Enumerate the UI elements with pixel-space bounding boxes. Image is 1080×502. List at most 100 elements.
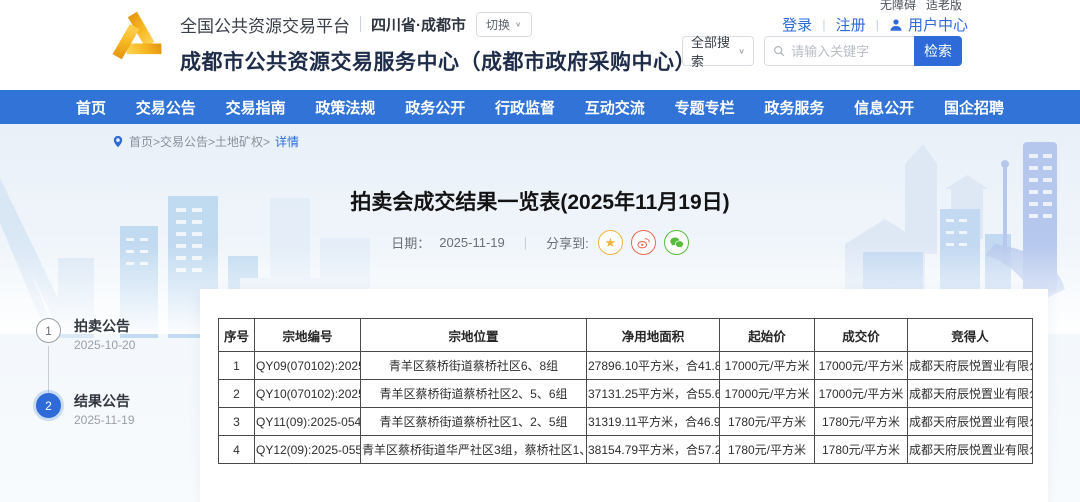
nav-item-11[interactable]: 国企招聘 <box>944 97 1004 118</box>
breadcrumb: 首页>交易公告>土地矿权> 详情 <box>112 133 299 150</box>
timeline-step-number: 2 <box>36 393 61 418</box>
timeline-step-2[interactable]: 2 结果公告 2025-11-19 <box>36 393 135 427</box>
platform-name: 全国公共资源交易平台 <box>180 12 350 37</box>
weibo-share-icon[interactable] <box>631 230 656 255</box>
table-header-cell: 净用地面积 <box>587 319 720 352</box>
table-cell: 青羊区蔡桥街道蔡桥社区1、2、5组 <box>361 408 587 436</box>
table-row: 2QY10(070102):2025-053青羊区蔡桥街道蔡桥社区2、5、6组3… <box>219 380 1033 408</box>
timeline-step-label: 拍卖公告 <box>74 318 135 334</box>
search-input[interactable] <box>791 44 906 59</box>
search-bar: 全部搜索 ∨ 检索 <box>682 36 962 66</box>
table-cell: 38154.79平方米，合57.2321亩 <box>587 436 720 464</box>
table-cell: 1780元/平方米 <box>720 436 815 464</box>
auth-links: 登录 | 注册 | 用户中心 <box>782 14 968 35</box>
table-header-cell: 起始价 <box>720 319 815 352</box>
user-icon <box>889 18 903 32</box>
site-logo[interactable] <box>106 9 168 71</box>
nav-item-7[interactable]: 互动交流 <box>585 97 645 118</box>
switch-label: 切换 <box>486 16 510 33</box>
table-cell: 17000元/平方米 <box>815 352 908 380</box>
brand-top-row: 全国公共资源交易平台 四川省·成都市 切换 ∨ <box>180 11 696 37</box>
table-cell: QY10(070102):2025-053 <box>255 380 361 408</box>
chevron-down-icon: ∨ <box>738 47 745 56</box>
timeline-step-date: 2025-11-19 <box>74 413 135 427</box>
search-scope-value: 全部搜索 <box>691 32 738 70</box>
timeline-step-label: 结果公告 <box>74 393 135 409</box>
search-input-wrap <box>764 36 914 66</box>
table-cell: 成都天府辰悦置业有限公司 <box>908 380 1033 408</box>
table-cell: QY12(09):2025-055 <box>255 436 361 464</box>
region-switch-button[interactable]: 切换 ∨ <box>476 12 532 37</box>
nav-item-10[interactable]: 信息公开 <box>854 97 914 118</box>
table-header-cell: 宗地编号 <box>255 319 361 352</box>
share-label: 分享到: <box>546 233 589 252</box>
breadcrumb-path[interactable]: 首页>交易公告>土地矿权> <box>129 133 270 150</box>
brand-block: 全国公共资源交易平台 四川省·成都市 切换 ∨ 成都市公共资源交易服务中心（成都… <box>180 11 696 76</box>
table-cell: 2 <box>219 380 255 408</box>
table-cell: 17000元/平方米 <box>720 352 815 380</box>
article-date: 2025-11-19 <box>439 235 505 250</box>
share-icons: ★ <box>598 230 689 255</box>
page-title: 拍卖会成交结果一览表(2025年11月19日) <box>0 186 1080 216</box>
site-title: 成都市公共资源交易服务中心（成都市政府采购中心） <box>180 46 696 76</box>
table-header-cell: 宗地位置 <box>361 319 587 352</box>
register-link[interactable]: 注册 <box>836 14 866 35</box>
table-cell: 1780元/平方米 <box>720 408 815 436</box>
table-cell: 成都天府辰悦置业有限公司 <box>908 352 1033 380</box>
table-cell: 成都天府辰悦置业有限公司 <box>908 436 1033 464</box>
nav-item-5[interactable]: 政务公开 <box>405 97 465 118</box>
table-cell: 3 <box>219 408 255 436</box>
nav-item-4[interactable]: 政策法规 <box>315 97 375 118</box>
search-icon <box>773 44 785 58</box>
table-cell: 4 <box>219 436 255 464</box>
table-header-row: 序号宗地编号宗地位置净用地面积起始价成交价竞得人 <box>219 319 1033 352</box>
table-cell: QY11(09):2025-054 <box>255 408 361 436</box>
chevron-down-icon: ∨ <box>515 20 522 29</box>
login-link[interactable]: 登录 <box>782 14 812 35</box>
region-name: 四川省·成都市 <box>371 14 466 35</box>
table-cell: 31319.11平方米，合46.9787亩 <box>587 408 720 436</box>
table-header-cell: 竞得人 <box>908 319 1033 352</box>
date-label: 日期： <box>391 233 430 252</box>
table-cell: 17000元/平方米 <box>720 380 815 408</box>
gold-triangle-logo-icon <box>106 9 168 71</box>
site-header: 无障碍 适老版 全国公共资源交易平台 四川省 <box>0 0 1080 90</box>
barrier-free-link[interactable]: 无障碍 <box>880 0 916 13</box>
nav-item-8[interactable]: 专题专栏 <box>675 97 735 118</box>
table-cell: 1 <box>219 352 255 380</box>
auth-divider: | <box>822 17 825 32</box>
timeline-step-1[interactable]: 1拍卖公告2025-10-20 <box>36 318 135 352</box>
nav-item-3[interactable]: 交易指南 <box>226 97 286 118</box>
content-area: 首页>交易公告>土地矿权> 详情 拍卖会成交结果一览表(2025年11月19日)… <box>0 124 1080 502</box>
breadcrumb-current: 详情 <box>275 133 299 150</box>
wechat-share-icon[interactable] <box>664 230 689 255</box>
nav-item-2[interactable]: 交易公告 <box>136 97 196 118</box>
auth-divider: | <box>876 17 879 32</box>
content-card: 序号宗地编号宗地位置净用地面积起始价成交价竞得人1QY09(070102):20… <box>200 289 1048 502</box>
table-cell: 37131.25平方米，合55.6969亩 <box>587 380 720 408</box>
table-cell: QY09(070102):2025-052 <box>255 352 361 380</box>
nav-item-9[interactable]: 政务服务 <box>764 97 824 118</box>
page: 无障碍 适老版 全国公共资源交易平台 四川省 <box>0 0 1080 502</box>
table-header-cell: 序号 <box>219 319 255 352</box>
meta-divider: | <box>524 235 527 250</box>
nav-item-6[interactable]: 行政监督 <box>495 97 555 118</box>
favorite-share-icon[interactable]: ★ <box>598 230 623 255</box>
table-row: 3QY11(09):2025-054青羊区蔡桥街道蔡桥社区1、2、5组31319… <box>219 408 1033 436</box>
elder-version-link[interactable]: 适老版 <box>926 0 962 13</box>
table-cell: 成都天府辰悦置业有限公司 <box>908 408 1033 436</box>
table-cell: 17000元/平方米 <box>815 380 908 408</box>
table-cell: 青羊区蔡桥街道华严社区3组，蔡桥社区1、3、5组 <box>361 436 587 464</box>
user-center-link[interactable]: 用户中心 <box>908 14 968 35</box>
timeline-step-number: 1 <box>36 318 61 343</box>
brand-divider <box>360 16 361 32</box>
nav-item-1[interactable]: 首页 <box>76 97 106 118</box>
location-pin-icon <box>112 135 124 148</box>
search-submit-button[interactable]: 检索 <box>914 36 962 66</box>
search-scope-select[interactable]: 全部搜索 ∨ <box>682 36 754 66</box>
table-cell: 青羊区蔡桥街道蔡桥社区6、8组 <box>361 352 587 380</box>
table-cell: 1780元/平方米 <box>815 408 908 436</box>
table-header-cell: 成交价 <box>815 319 908 352</box>
table-cell: 27896.10平方米，合41.8442亩 <box>587 352 720 380</box>
main-nav: 首页 交易公告 交易指南 政策法规 政务公开 行政监督 互动交流 专题专栏 政务服务 信息公开 国企… <box>0 90 1080 124</box>
